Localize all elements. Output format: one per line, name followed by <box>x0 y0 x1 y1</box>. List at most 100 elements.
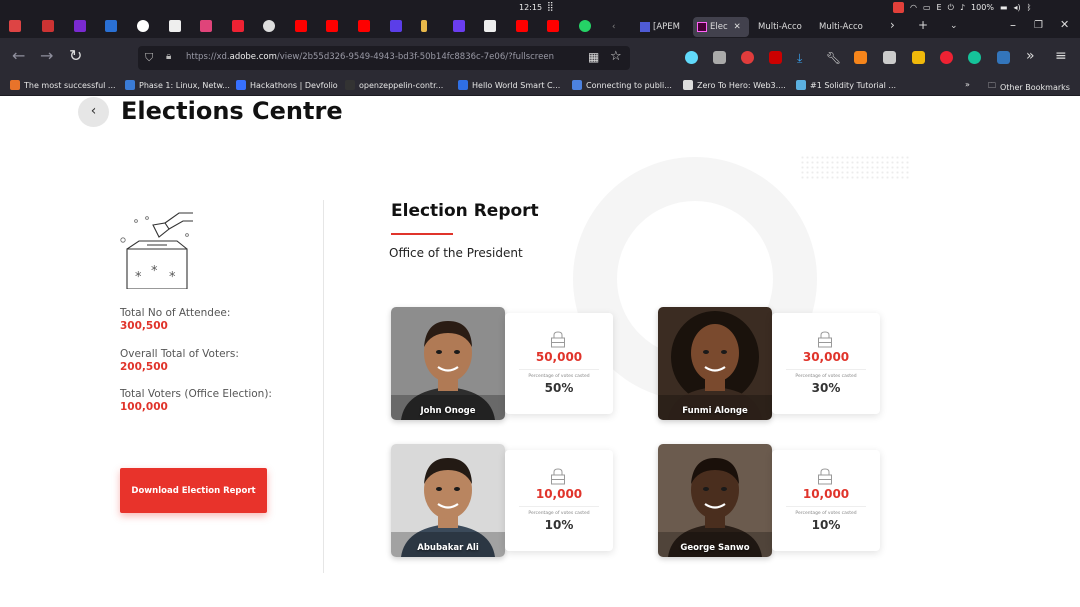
tab-elections[interactable]: Elec ✕ <box>693 17 749 37</box>
apps-grid-icon[interactable]: ⣿ <box>547 2 554 12</box>
shield-icon[interactable]: ⛉ <box>145 51 153 65</box>
forward-arrow-icon[interactable]: → <box>40 48 53 64</box>
adblock-icon[interactable] <box>741 51 754 64</box>
bookmarks-overflow[interactable]: » <box>965 80 970 89</box>
bell-icon[interactable]: ♪ <box>960 3 965 12</box>
youtube-icon[interactable] <box>358 20 370 32</box>
outlook-icon[interactable] <box>105 20 117 32</box>
bookmark-label: Hello World Smart C... <box>472 80 561 90</box>
stats-separator <box>786 369 866 370</box>
system-clock: 12:15 <box>519 3 543 12</box>
gmail-icon[interactable] <box>42 20 54 32</box>
figma-icon[interactable] <box>421 20 427 32</box>
url-prefix: https://xd. <box>186 52 230 62</box>
bookmark-favicon-icon <box>345 80 355 90</box>
lock-icon[interactable]: 🔒︎ <box>166 51 171 62</box>
close-tab-icon[interactable]: ✕ <box>734 22 741 32</box>
w-icon[interactable] <box>484 20 496 32</box>
bookmark-item[interactable]: Hello World Smart C... <box>458 80 560 90</box>
behance-icon[interactable] <box>390 20 402 32</box>
extensions-grid-icon[interactable] <box>883 51 896 64</box>
system-bar: 12:15 ⣿ ◠ ▭ E ⏻ ♪ 100% ▬ ◂) ᛒ <box>0 0 1080 16</box>
url-text[interactable]: https://xd.adobe.com/view/2b55d326-9549-… <box>186 52 554 62</box>
reload-icon[interactable]: ↻ <box>69 48 82 64</box>
tab-multi-account-1[interactable]: Multi-Acco <box>758 17 810 37</box>
bookmark-star-icon[interactable]: ☆ <box>610 49 622 64</box>
bookmark-item[interactable]: Phase 1: Linux, Netw... <box>125 80 230 90</box>
bookmark-item[interactable]: Connecting to publi... <box>572 80 672 90</box>
page-title: Elections Centre <box>121 97 343 125</box>
bookmark-item[interactable]: openzeppelin-contr... <box>345 80 443 90</box>
bookmark-label: openzeppelin-contr... <box>359 80 444 90</box>
bookmark-label: #1 Solidity Tutorial ... <box>810 80 897 90</box>
candidate-card[interactable]: John Onoge 50,000 Percentage of votes cast… <box>391 307 615 420</box>
youtube-icon[interactable] <box>547 20 559 32</box>
back-button[interactable]: ‹ <box>78 97 109 127</box>
stats-separator <box>519 369 599 370</box>
chevron-right-icon[interactable]: › <box>890 18 895 32</box>
candidate-card[interactable]: Abubakar Ali 10,000 Percentage of votes ca… <box>391 444 615 557</box>
react-devtools-icon[interactable] <box>685 51 698 64</box>
notion-icon[interactable] <box>169 20 181 32</box>
percentage-label: Percentage of votes casted <box>795 511 857 516</box>
youtube-icon[interactable] <box>516 20 528 32</box>
trust-wallet-icon[interactable] <box>997 51 1010 64</box>
back-arrow-icon[interactable]: ← <box>12 48 25 64</box>
recording-icon[interactable] <box>893 2 904 13</box>
candidate-card[interactable]: Funmi Alonge 30,000 Percentage of votes ca… <box>658 307 882 420</box>
metamask-icon[interactable] <box>854 51 867 64</box>
qr-code-icon[interactable]: ▦ <box>588 50 599 64</box>
xd-favicon-icon <box>697 21 707 32</box>
other-bookmarks[interactable]: 🗀 Other Bookmarks <box>988 80 1070 94</box>
bookmark-item[interactable]: #1 Solidity Tutorial ... <box>796 80 896 90</box>
stat-label-office-voters: Total Voters (Office Election): <box>120 388 272 400</box>
bookmark-item[interactable]: Hackathons | Devfolio <box>236 80 338 90</box>
volume-icon[interactable]: ◂) <box>1013 3 1020 12</box>
bookmark-item[interactable]: Zero To Hero: Web3.... <box>683 80 786 90</box>
chevron-left-icon[interactable]: ‹ <box>612 17 615 37</box>
github-icon[interactable] <box>263 20 275 32</box>
download-icon[interactable]: ⤓ <box>797 51 810 65</box>
wrench-icon[interactable]: 🔧︎ <box>826 51 841 65</box>
e-icon[interactable]: E <box>937 3 942 12</box>
block-icon[interactable] <box>940 51 953 64</box>
grammarly-icon[interactable] <box>968 51 981 64</box>
lastpass-icon[interactable] <box>769 51 782 64</box>
tab-multi-account-2[interactable]: Multi-Acco <box>819 17 871 37</box>
maximize-icon[interactable]: ❐ <box>1034 20 1043 31</box>
gmail-icon[interactable] <box>9 20 21 32</box>
download-report-button[interactable]: Download Election Report <box>120 468 267 513</box>
chevron-left-icon: ‹ <box>90 103 97 119</box>
window-icon[interactable]: ▭ <box>923 3 931 12</box>
ballot-lock-icon <box>818 468 832 485</box>
menu-icon[interactable]: ≡ <box>1055 48 1067 64</box>
tab-apem[interactable]: [APEM <box>640 17 688 37</box>
app-icon[interactable] <box>453 20 465 32</box>
candidate-card[interactable]: George Sanwo 10,000 Percentage of votes ca… <box>658 444 882 557</box>
candidate-photo: Abubakar Ali <box>391 444 505 557</box>
whatsapp-icon[interactable] <box>579 20 591 32</box>
title-underline <box>391 233 453 235</box>
percentage-label: Percentage of votes casted <box>795 374 857 379</box>
bookmark-item[interactable]: The most successful ... <box>10 80 116 90</box>
youtube-icon[interactable] <box>295 20 307 32</box>
pinterest-icon[interactable] <box>232 20 244 32</box>
vue-icon[interactable] <box>713 51 726 64</box>
office-subtitle: Office of the President <box>389 246 523 260</box>
tab-list-icon[interactable]: ⌄ <box>950 21 958 31</box>
close-window-icon[interactable]: ✕ <box>1060 18 1069 31</box>
power-icon[interactable]: ⏻ <box>948 3 954 13</box>
info-icon[interactable] <box>137 20 149 32</box>
slack-icon[interactable] <box>200 20 212 32</box>
url-path: /view/2b55d326-9549-4943-bd3f-50b14fc883… <box>276 52 554 62</box>
binance-icon[interactable] <box>912 51 925 64</box>
overflow-chevrons-icon[interactable]: » <box>1026 48 1035 64</box>
bluetooth-icon[interactable]: ᛒ <box>1027 3 1032 12</box>
slack-icon[interactable] <box>74 20 86 32</box>
wifi-icon[interactable]: ◠ <box>910 3 917 12</box>
youtube-icon[interactable] <box>326 20 338 32</box>
minimize-icon[interactable]: – <box>1010 18 1016 32</box>
candidate-votes: 30,000 <box>802 350 850 364</box>
overflow-chevrons-icon: » <box>965 80 970 89</box>
new-tab-icon[interactable]: + <box>918 18 928 32</box>
